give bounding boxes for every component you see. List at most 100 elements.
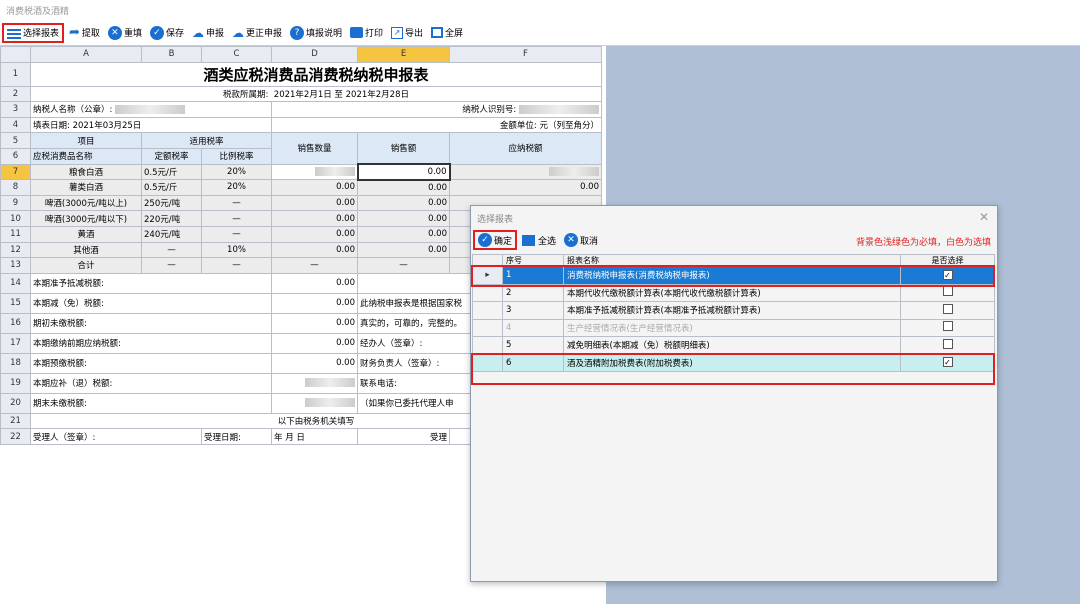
redacted-field <box>549 166 599 176</box>
qty-input[interactable]: 0.00 <box>271 225 358 243</box>
extract-button[interactable]: ➦ 提取 <box>66 23 103 43</box>
qty-input[interactable]: 0.00 <box>271 210 358 227</box>
highlight-box <box>471 353 995 385</box>
table-row: 8 薯类白酒 0.5元/斤 20% 0.00 0.00 0.00 <box>0 179 602 196</box>
export-button[interactable]: ↗ 导出 <box>388 23 426 43</box>
col-header-b[interactable]: B <box>141 46 202 63</box>
refill-button[interactable]: ✕ 重填 <box>105 23 145 43</box>
report-checkbox[interactable] <box>942 303 953 314</box>
close-circle-icon: ✕ <box>107 25 122 40</box>
receive-date-value: 年 月 日 <box>271 428 358 445</box>
correct-declare-button[interactable]: ☁ 更正申报 <box>229 23 285 43</box>
header-qty: 销售数量 <box>271 132 358 165</box>
fill-date: 填表日期: 2021年03月25日 <box>30 116 272 134</box>
lower-value[interactable]: 0.00 <box>271 312 358 334</box>
fill-legend-note: 背景色浅绿色为必填，白色为选填 <box>855 238 991 248</box>
printer-icon <box>350 27 364 38</box>
header-item: 项目 <box>30 132 142 149</box>
lower-value[interactable]: 0.00 <box>271 272 358 294</box>
header-fixed: 定额税率 <box>141 147 202 165</box>
fullscreen-button[interactable]: 全屏 <box>428 23 466 43</box>
tax-cell: 0.00 <box>449 179 602 196</box>
col-header-f[interactable]: F <box>449 46 602 63</box>
lower-label: 本期减（免）税额: <box>30 292 272 314</box>
sales-input[interactable]: 0.00 <box>357 210 450 227</box>
lower-value[interactable]: 0.00 <box>271 332 358 354</box>
qty-input[interactable]: 0.00 <box>271 194 358 212</box>
lower-label: 期末未缴税额: <box>30 392 272 414</box>
col-header-a[interactable]: A <box>30 46 142 63</box>
sales-input[interactable]: 0.00 <box>357 241 450 259</box>
list-item[interactable]: 5 减免明细表(本期减（免）税额明细表) <box>472 336 995 355</box>
tax-period: 税款所属期: 2021年2月1日 至 2021年2月28日 <box>30 85 602 103</box>
main-toolbar: 选择报表 ➦ 提取 ✕ 重填 ✓ 保存 ☁ 申报 ☁ 更正申报 ? 填报说明 打… <box>0 20 1080 46</box>
lower-value[interactable]: 0.00 <box>271 352 358 374</box>
cloud-upload-icon: ☁ <box>191 25 204 40</box>
report-checkbox[interactable] <box>942 338 953 349</box>
select-report-button[interactable]: 选择报表 <box>2 22 65 43</box>
select-all-button[interactable]: 全选 <box>519 230 559 250</box>
lower-label: 本期预缴税额: <box>30 352 272 374</box>
lower-label: 本期准予抵减税额: <box>30 272 272 294</box>
report-checkbox[interactable] <box>942 321 953 332</box>
receive-date-label: 受理日期: <box>201 428 272 445</box>
amount-unit: 金额单位: 元（列至角分） <box>271 116 602 134</box>
sales-input[interactable]: 0.00 <box>357 194 450 212</box>
qty-input[interactable]: 0.00 <box>271 179 358 196</box>
report-checkbox[interactable] <box>942 286 953 297</box>
window-title: 消费税酒及酒精 <box>0 0 1080 20</box>
header-tax: 应纳税额 <box>449 132 602 165</box>
qty-input[interactable] <box>271 163 358 181</box>
lower-label: 期初未缴税额: <box>30 312 272 334</box>
arrow-icon: ➦ <box>69 25 80 40</box>
header-sales: 销售额 <box>357 132 450 165</box>
close-icon[interactable]: ✕ <box>979 210 989 224</box>
grid-icon <box>7 26 21 39</box>
check-circle-icon: ✓ <box>149 25 164 40</box>
instructions-button[interactable]: ? 填报说明 <box>287 23 345 43</box>
col-header-d[interactable]: D <box>271 46 358 63</box>
redacted-field <box>305 398 355 408</box>
redacted-field <box>305 378 355 388</box>
lower-value[interactable]: 0.00 <box>271 292 358 314</box>
lower-label: 本期应补（退）税额: <box>30 372 272 394</box>
redacted-field <box>519 105 599 115</box>
dialog-title: 选择报表 ✕ <box>477 210 989 225</box>
qty-input[interactable]: 0.00 <box>271 241 358 259</box>
save-button[interactable]: ✓ 保存 <box>147 23 187 43</box>
declare-button[interactable]: ☁ 申报 <box>189 23 227 43</box>
header-rate: 适用税率 <box>141 132 272 149</box>
export-icon: ↗ <box>391 26 404 39</box>
redacted-field <box>314 166 355 176</box>
header-name: 应税消费品名称 <box>30 147 142 165</box>
sales-input[interactable]: 0.00 <box>356 163 451 181</box>
lower-label: 本期缴纳前期应纳税额: <box>30 332 272 354</box>
check-circle-icon: ✓ <box>478 233 492 247</box>
taxpayer-id: 纳税人识别号: <box>271 101 602 118</box>
report-title: 酒类应税消费品消费税纳税申报表 <box>30 61 602 87</box>
cloud-upload-icon: ☁ <box>231 25 244 40</box>
sales-input[interactable]: 0.00 <box>357 179 450 196</box>
col-header-e[interactable]: E <box>357 46 450 63</box>
table-row: 7 粮食白酒 0.5元/斤 20% 0.00 <box>0 163 602 181</box>
list-item[interactable]: 3 本期准予抵减税额计算表(本期准予抵减税额计算表) <box>472 301 995 320</box>
fullscreen-icon <box>431 27 444 38</box>
select-report-dialog: 选择报表 ✕ ✓ 确定 全选 ✕ 取消 背景色浅绿色为必填，白色为选填 序号 报… <box>470 205 998 582</box>
lower-value[interactable] <box>271 372 358 394</box>
list-item[interactable]: 4 生产经营情况表(生产经营情况表) <box>472 318 995 337</box>
taxpayer-name: 纳税人名称（公章）: <box>30 101 272 118</box>
print-button[interactable]: 打印 <box>347 23 386 43</box>
highlight-box <box>471 265 995 287</box>
lower-value[interactable] <box>271 392 358 414</box>
select-all-icon <box>522 234 536 246</box>
help-icon: ? <box>290 25 304 40</box>
sales-input[interactable]: 0.00 <box>357 225 450 243</box>
header-ratio: 比例税率 <box>201 147 272 165</box>
dialog-toolbar: ✓ 确定 全选 ✕ 取消 背景色浅绿色为必填，白色为选填 <box>471 228 997 252</box>
cancel-button[interactable]: ✕ 取消 <box>561 230 601 250</box>
row-number: 1 <box>0 61 31 87</box>
confirm-button[interactable]: ✓ 确定 <box>473 230 518 250</box>
col-header-c[interactable]: C <box>201 46 272 63</box>
receiver-label: 受理人（签章）: <box>30 428 202 445</box>
close-circle-icon: ✕ <box>564 233 579 247</box>
